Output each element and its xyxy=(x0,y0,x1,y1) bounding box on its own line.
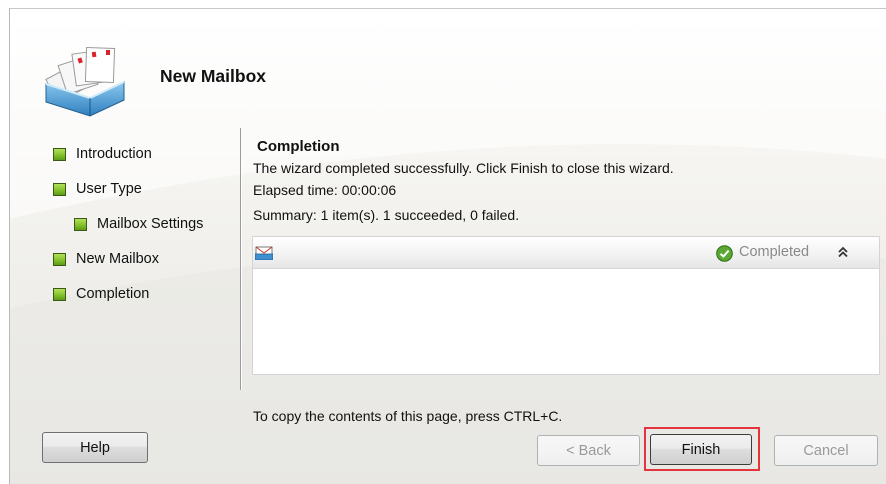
help-button[interactable]: Help xyxy=(42,432,148,463)
nav-item-label: Completion xyxy=(76,286,150,302)
mailbox-stack-icon xyxy=(45,47,125,117)
section-heading: Completion xyxy=(257,138,340,155)
nav-item-new-mailbox: New Mailbox xyxy=(53,251,159,267)
nav-item-introduction: Introduction xyxy=(53,146,152,162)
nav-item-label: Mailbox Settings xyxy=(97,216,204,232)
nav-item-label: New Mailbox xyxy=(76,251,159,267)
nav-item-user-type: User Type xyxy=(53,181,142,197)
step-complete-icon xyxy=(53,252,66,266)
finish-highlight-box xyxy=(644,427,760,471)
step-complete-icon xyxy=(74,217,87,231)
result-item-header[interactable]: Completed xyxy=(253,237,879,269)
nav-item-mailbox-settings: Mailbox Settings xyxy=(74,216,203,232)
step-complete-icon xyxy=(53,287,66,301)
completion-message: The wizard completed successfully. Click… xyxy=(253,160,674,176)
nav-item-label: User Type xyxy=(76,181,142,197)
nav-item-completion: Completion xyxy=(53,286,149,302)
copy-hint: To copy the contents of this page, press… xyxy=(253,408,563,424)
step-complete-icon xyxy=(53,182,66,196)
wizard-title: New Mailbox xyxy=(160,66,266,86)
green-check-icon xyxy=(716,245,733,262)
nav-item-label: Introduction xyxy=(76,146,152,162)
nav-divider xyxy=(240,128,241,390)
summary-text: Summary: 1 item(s). 1 succeeded, 0 faile… xyxy=(253,207,520,223)
back-button[interactable]: < Back xyxy=(537,435,640,466)
cancel-button[interactable]: Cancel xyxy=(774,435,878,466)
status-text: Completed xyxy=(739,244,810,260)
results-panel[interactable]: Completed xyxy=(252,236,880,375)
step-complete-icon xyxy=(53,147,66,161)
double-chevron-up-icon[interactable] xyxy=(836,244,850,260)
elapsed-time: Elapsed time: 00:00:06 xyxy=(253,182,397,198)
mailbox-icon xyxy=(255,246,273,260)
